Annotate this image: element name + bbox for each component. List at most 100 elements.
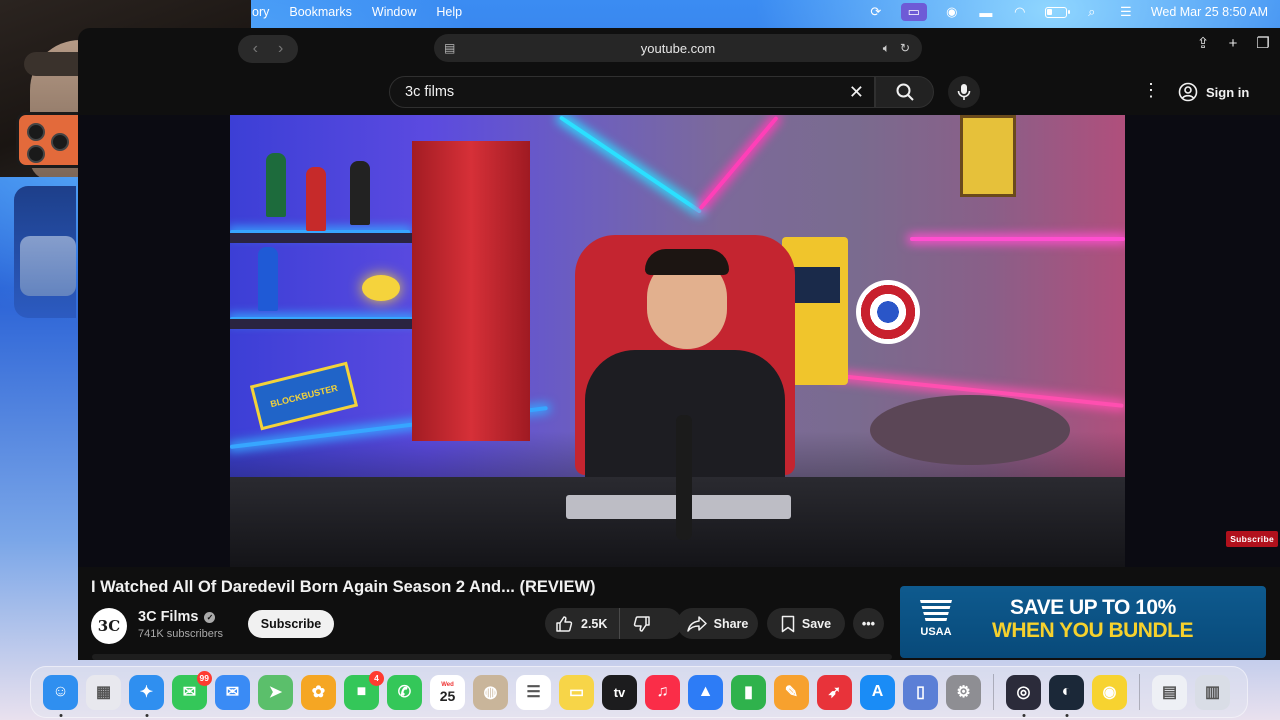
menu-window[interactable]: Window (372, 5, 416, 19)
more-actions-button[interactable]: ••• (853, 608, 884, 639)
play-circle-icon[interactable]: ◉ (943, 4, 961, 19)
wifi-icon[interactable]: ◠ (1011, 4, 1029, 19)
dock-separator (1139, 674, 1140, 710)
facetime-icon[interactable]: ■ 4 (344, 670, 384, 710)
tips-icon[interactable]: ◉ (1092, 674, 1127, 710)
reload-icon[interactable]: ↻ (900, 41, 910, 56)
preview-icon[interactable]: ▯ (903, 674, 938, 710)
app-store-icon[interactable]: A (860, 674, 895, 710)
nav-buttons: ‹ › (238, 35, 298, 63)
music-icon[interactable]: ♫ (645, 674, 680, 710)
voice-search-button[interactable] (948, 76, 980, 108)
reminders-icon[interactable]: ☰ (516, 674, 551, 710)
maps-icon[interactable]: ➤ (258, 674, 293, 710)
share-label: Share (713, 616, 749, 631)
like-dislike-bar: 2.5K (545, 608, 682, 639)
usaa-ad-banner[interactable]: USAA SAVE UP TO 10% WHEN YOU BUNDLE (900, 586, 1266, 658)
microphone-icon (957, 84, 971, 100)
rocket-icon[interactable]: ➶ (817, 674, 852, 710)
menu-bookmarks[interactable]: Bookmarks (289, 5, 352, 19)
channel-name-row[interactable]: 3C Films ✓ (138, 609, 216, 625)
blockbuster-sign: BLOCKBUSTER (249, 361, 359, 431)
contacts-icon[interactable]: ◍ (473, 674, 508, 710)
keynote-icon[interactable]: ▲ (688, 674, 723, 710)
share-button[interactable]: Share (677, 608, 758, 639)
system-settings-icon[interactable]: ⚙ (946, 674, 981, 710)
tv-icon[interactable]: tv (602, 674, 637, 710)
calendar-icon[interactable]: Wed 25 (430, 674, 465, 710)
subscribe-button[interactable]: Subscribe (248, 610, 334, 638)
search-button[interactable] (875, 76, 934, 108)
account-icon (1178, 82, 1198, 102)
video-player[interactable]: BLOCKBUSTER Subscribe (78, 115, 1280, 567)
description-preview[interactable] (92, 654, 892, 660)
notification-badge: 4 (369, 670, 384, 686)
downloads-icon[interactable]: ▤ (1152, 674, 1187, 710)
settings-menu-icon[interactable]: ⋮ (1142, 80, 1160, 101)
phone-icon[interactable]: ✆ (387, 674, 422, 710)
launchpad-icon[interactable]: ▦ (86, 674, 121, 710)
trash-icon[interactable]: ▥ (1195, 674, 1230, 710)
new-tab-icon[interactable]: + (1224, 35, 1242, 52)
clear-search-icon[interactable]: ✕ (849, 82, 864, 103)
pages-icon[interactable]: ✎ (774, 674, 809, 710)
batman-lamp (362, 275, 400, 301)
tab-overview-icon[interactable]: ❐ (1254, 34, 1272, 52)
thumbs-down-icon (634, 615, 651, 632)
usaa-logo: USAA (914, 600, 958, 638)
video-title: I Watched All Of Daredevil Born Again Se… (91, 578, 596, 596)
sign-in-button[interactable]: Sign in (1178, 78, 1249, 106)
search-input[interactable]: 3c films ✕ (389, 76, 875, 108)
menu-clock[interactable]: Wed Mar 25 8:50 AM (1151, 5, 1268, 19)
spotlight-search-icon[interactable]: ⌕ (1083, 4, 1101, 19)
numbers-icon[interactable]: ▮ (731, 674, 766, 710)
menu-history[interactable]: ory (252, 5, 269, 19)
verified-icon: ✓ (204, 611, 216, 623)
ad-headline: SAVE UP TO 10% (1010, 596, 1176, 619)
channel-avatar[interactable]: 3C (91, 608, 127, 644)
youtube-header: 3c films ✕ ⋮ Sign in (78, 72, 1280, 112)
back-icon[interactable]: ‹ (253, 40, 258, 58)
desktop-widget[interactable] (14, 186, 76, 318)
photos-icon[interactable]: ✿ (301, 674, 336, 710)
like-button[interactable]: 2.5K (545, 608, 621, 639)
sync-icon[interactable]: ⟳ (867, 4, 885, 19)
search-query: 3c films (405, 84, 455, 100)
obs-icon[interactable]: ◎ (1006, 674, 1041, 717)
messages-icon[interactable]: ✉ 99 (172, 670, 212, 710)
safari-icon[interactable]: ✦ (129, 674, 164, 717)
dislike-button[interactable] (620, 608, 664, 639)
car-icon[interactable]: ▬ (977, 5, 995, 20)
forward-icon[interactable]: › (278, 40, 283, 58)
video-frame[interactable]: BLOCKBUSTER (230, 115, 1125, 567)
channel-name[interactable]: 3C Films (138, 609, 198, 625)
sign-in-label: Sign in (1206, 84, 1250, 100)
mail-icon[interactable]: ✉ (215, 674, 250, 710)
address-bar[interactable]: ▤ youtube.com 🔈︎ ↻ (434, 34, 922, 62)
notes-icon[interactable]: ▭ (559, 674, 594, 710)
ad-subheadline: WHEN YOU BUNDLE (992, 619, 1193, 642)
menu-help[interactable]: Help (436, 5, 462, 19)
more-dots-icon: ••• (861, 616, 876, 631)
audio-icon[interactable]: 🔈︎ (883, 41, 890, 56)
browser-toolbar: ‹ › ▤ youtube.com 🔈︎ ↻ ⇪ + ❐ (78, 28, 1280, 70)
page-menu-icon[interactable]: ▤ (444, 41, 455, 55)
dock: ☺ ▦ ✦ ✉ 99 ✉ ➤ ✿ ■ 4 ✆ Wed 25 ◍ ☰ ▭ tv ♫ ▲ ▮ ✎ ➶ A ▯ ⚙ ◎ ◐ ◉ ▤ ▥ (30, 666, 1248, 718)
bookmark-icon (781, 615, 795, 632)
steam-icon[interactable]: ◐ (1049, 674, 1084, 717)
share-arrow-icon (686, 615, 707, 632)
control-center-icon[interactable]: ☰ (1117, 4, 1135, 19)
subscribe-watermark[interactable]: Subscribe (1226, 531, 1278, 547)
subscriber-count: 741K subscribers (138, 628, 223, 640)
browser-window: ‹ › ▤ youtube.com 🔈︎ ↻ ⇪ + ❐ 3c films ✕ (78, 28, 1280, 660)
wall-poster (960, 115, 1016, 197)
battery-icon[interactable] (1044, 6, 1070, 18)
notification-badge: 99 (196, 670, 212, 686)
screen-share-icon[interactable]: ▭ (900, 3, 927, 21)
share-icon[interactable]: ⇪ (1194, 34, 1212, 52)
save-button[interactable]: Save (767, 608, 845, 639)
thumbs-up-icon (556, 615, 573, 632)
dock-separator (993, 674, 994, 710)
like-count: 2.5K (581, 616, 608, 631)
finder-icon[interactable]: ☺ (43, 674, 78, 717)
